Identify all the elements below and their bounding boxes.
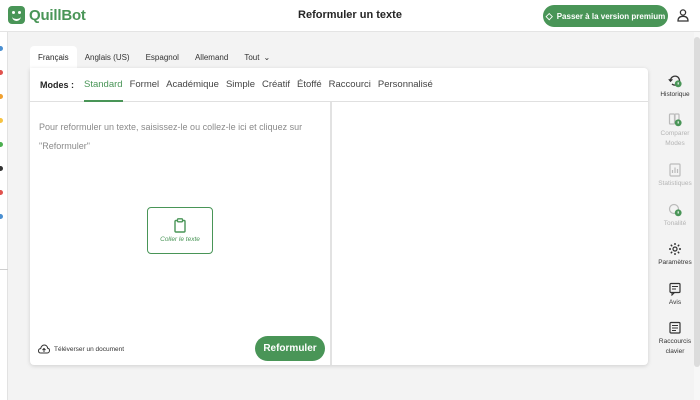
tab-label: Tout [244, 52, 260, 62]
edge-dot-icon [0, 214, 3, 219]
tab-language-espagnol[interactable]: Espagnol [138, 46, 187, 68]
sidebar-item-comparer-modes[interactable]: Comparer Modes [650, 113, 700, 149]
history-icon [668, 75, 682, 88]
scrollbar-thumb[interactable] [694, 37, 700, 367]
chevron-down-icon: ⌄ [263, 52, 271, 62]
rephrase-button[interactable]: Reformuler [255, 336, 325, 361]
mode-simple[interactable]: Simple [226, 68, 255, 102]
mode-creatif[interactable]: Créatif [262, 68, 290, 102]
edge-dot-icon [0, 94, 3, 99]
sidebar-label-historique: Historique [660, 91, 690, 98]
sidebar-label-tonalite: Tonalité [663, 220, 687, 227]
top-header: QuillBot Reformuler un texte ◇ Passer à … [0, 0, 700, 32]
mode-academique[interactable]: Académique [166, 68, 219, 102]
mode-formel[interactable]: Formel [130, 68, 160, 102]
tab-label: Allemand [194, 52, 229, 62]
edge-dot-icon [0, 166, 3, 171]
upload-document-label: Téléverser un document [54, 345, 125, 353]
editor-divider[interactable] [330, 102, 332, 365]
tab-language-francais[interactable]: Français [30, 46, 77, 68]
modes-bar: Modes : Standard Formel Académique Simpl… [30, 68, 648, 102]
account-icon[interactable] [676, 8, 690, 22]
sidebar-label-raccourcis-clavier: Raccourcis clavier [658, 338, 692, 355]
edge-dot-icon [0, 70, 3, 75]
edge-dot-icon [0, 46, 3, 51]
tab-label: Français [38, 52, 69, 62]
editor-card: Modes : Standard Formel Académique Simpl… [30, 68, 648, 365]
sidebar-item-tonalite[interactable]: Tonalité [650, 203, 700, 229]
sidebar-label-comparer-modes: Comparer Modes [660, 130, 690, 147]
edge-dot-icon [0, 118, 3, 123]
upgrade-premium-button[interactable]: ◇ Passer à la version premium [543, 5, 668, 27]
statistics-icon [669, 163, 681, 177]
tab-language-anglais-us[interactable]: Anglais (US) [77, 46, 138, 68]
mode-etoffe[interactable]: Étoffé [297, 68, 322, 102]
paste-text-label: Coller le texte [160, 236, 200, 243]
left-edge-strip [0, 32, 8, 400]
input-text-area[interactable]: Pour reformuler un texte, saisissez-le o… [39, 118, 319, 156]
clipboard-icon [174, 218, 186, 233]
sidebar-label-avis: Avis [668, 299, 682, 306]
sidebar-item-avis[interactable]: Avis [650, 282, 700, 308]
modes-label: Modes : [40, 79, 75, 90]
gear-icon [669, 243, 681, 255]
tab-label: Anglais (US) [84, 52, 130, 62]
mode-raccourci[interactable]: Raccourci [329, 68, 371, 102]
mode-standard[interactable]: Standard [84, 68, 123, 102]
sidebar-item-raccourcis-clavier[interactable]: Raccourcis clavier [650, 321, 700, 357]
tab-label: Espagnol [145, 52, 179, 62]
tab-language-tout[interactable]: Tout ⌄ [236, 46, 278, 68]
feedback-icon [669, 282, 681, 296]
sidebar-item-historique[interactable]: Historique [650, 74, 700, 100]
keyboard-icon [669, 321, 681, 334]
diamond-icon: ◇ [545, 10, 553, 21]
edge-dot-icon [0, 142, 3, 147]
sidebar-label-parametres: Paramètres [658, 259, 692, 266]
edge-dot-icon [0, 190, 3, 195]
sidebar-label-statistiques: Statistiques [658, 180, 692, 187]
compare-modes-icon [668, 113, 682, 127]
tab-language-allemand[interactable]: Allemand [187, 46, 236, 68]
language-tabs: Français Anglais (US) Espagnol Allemand … [30, 46, 278, 68]
upload-document-button[interactable]: Téléverser un document [38, 344, 124, 354]
tone-icon [668, 203, 682, 217]
mode-personnalise[interactable]: Personnalisé [378, 68, 433, 102]
right-sidebar: Historique Comparer Modes Statistiques T… [650, 68, 700, 368]
page-scrollbar[interactable] [694, 32, 700, 400]
edge-divider [0, 269, 8, 270]
upgrade-premium-label: Passer à la version premium [556, 11, 666, 21]
sidebar-item-statistiques[interactable]: Statistiques [650, 163, 700, 189]
cloud-upload-icon [38, 344, 50, 354]
sidebar-item-parametres[interactable]: Paramètres [650, 242, 700, 268]
paste-text-button[interactable]: Coller le texte [147, 207, 213, 254]
